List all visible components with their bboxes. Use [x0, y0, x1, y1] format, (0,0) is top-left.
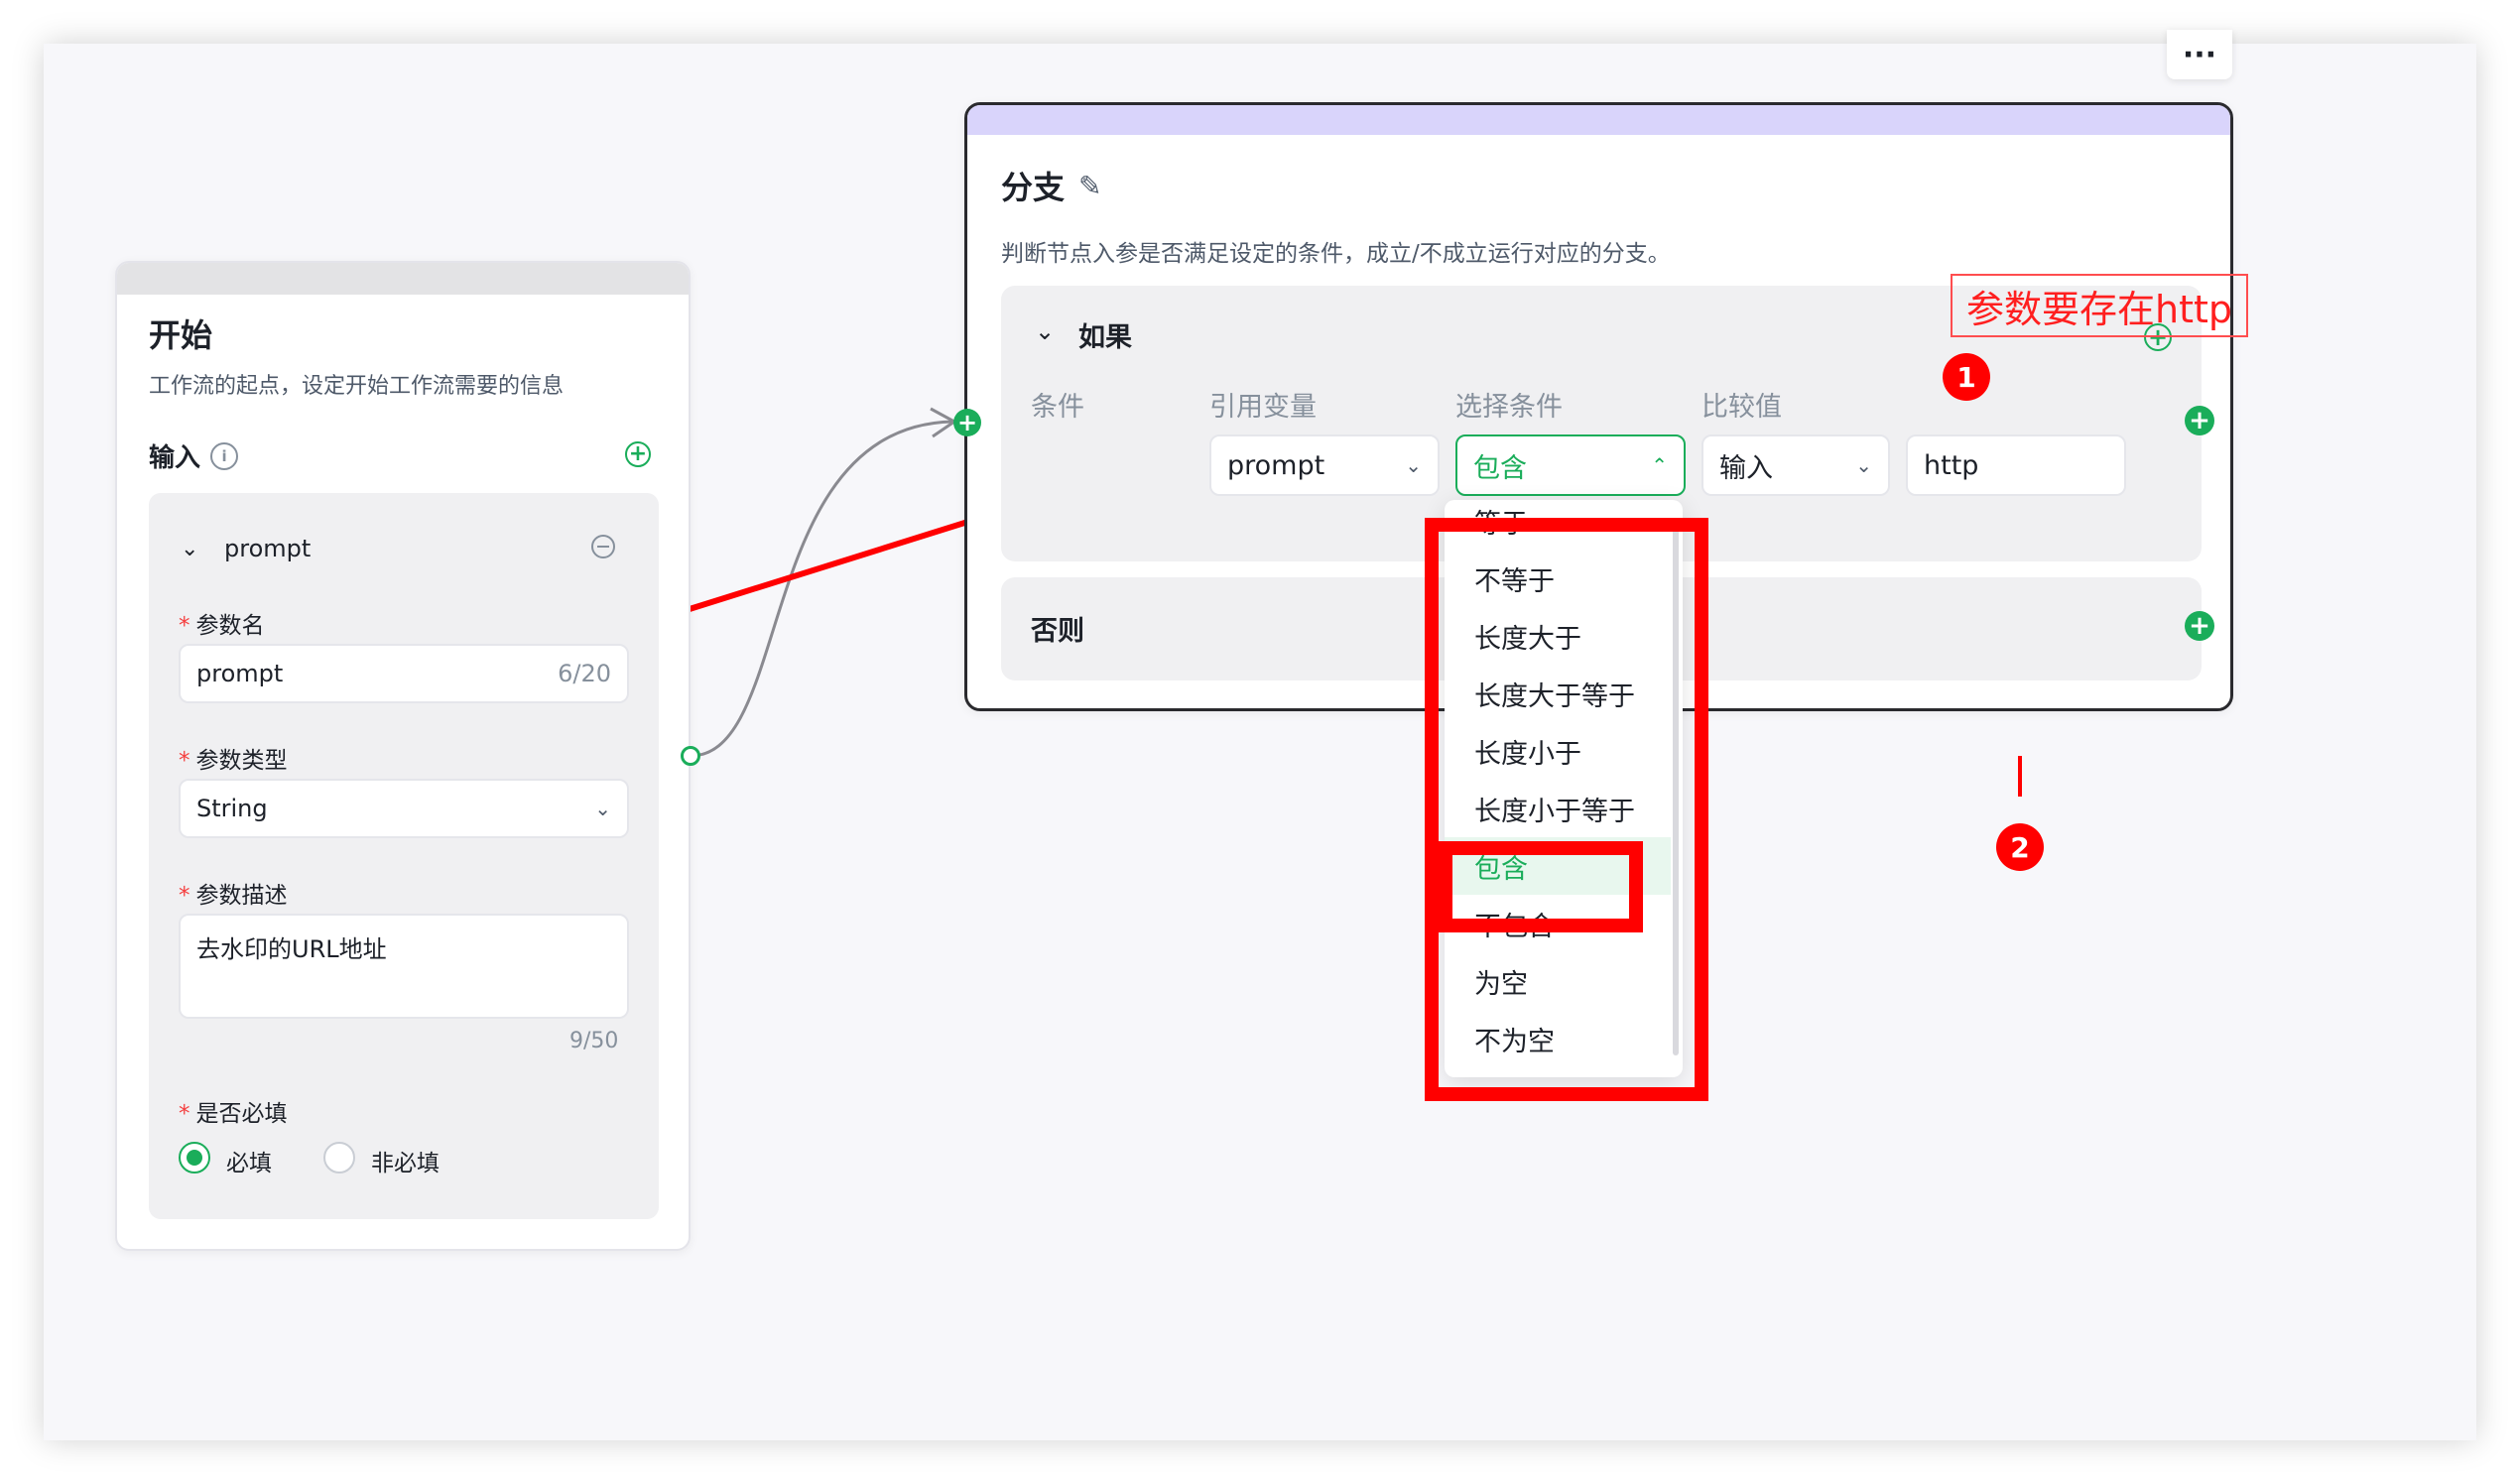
else-output-port-icon[interactable]: +: [2185, 611, 2214, 641]
branch-node-title: 分支: [1001, 169, 1066, 206]
if-label: 如果: [1078, 322, 1132, 353]
annotation-selected-highlight: [1439, 841, 1643, 932]
param-desc-counter: 9/50: [569, 1029, 619, 1053]
compare-value-input[interactable]: http: [1906, 434, 2126, 496]
else-label: 否则: [1031, 616, 1084, 647]
branch-input-port-icon[interactable]: +: [953, 409, 981, 436]
add-input-icon[interactable]: +: [625, 441, 651, 467]
chevron-down-icon: ⌄: [594, 797, 611, 820]
param-required-label: * 是否必填: [179, 1101, 288, 1127]
optional-radio-label: 非必填: [371, 1151, 440, 1176]
start-node-title: 开始: [149, 316, 213, 354]
start-node-header: [117, 263, 689, 295]
chevron-down-icon: ⌄: [1405, 453, 1422, 477]
column-operator: 选择条件: [1455, 392, 1563, 423]
required-radio[interactable]: [179, 1142, 210, 1174]
branch-node-description: 判断节点入参是否满足设定的条件，成立/不成立运行对应的分支。: [1001, 241, 1671, 267]
annotation-note: 参数要存在http: [1951, 274, 2248, 337]
column-condition: 条件: [1031, 392, 1084, 423]
connector-line: [690, 420, 953, 758]
required-radio-label: 必填: [226, 1151, 272, 1176]
annotation-dropdown-highlight: [1425, 518, 1708, 1101]
if-output-port-icon[interactable]: +: [2185, 406, 2214, 435]
operator-select[interactable]: 包含 ⌃: [1455, 434, 1686, 496]
annotation-badge-1: 1: [1943, 353, 1990, 401]
param-card: ⌄ prompt * 参数名 prompt 6/20 * 参数类型 String ⌄…: [149, 493, 659, 1219]
column-variable: 引用变量: [1209, 392, 1317, 423]
param-desc-textarea[interactable]: 去水印的URL地址: [179, 914, 629, 1019]
remove-param-icon[interactable]: [591, 535, 615, 558]
optional-radio[interactable]: [323, 1142, 355, 1174]
start-output-port[interactable]: [681, 746, 700, 766]
param-name-input[interactable]: prompt 6/20: [179, 644, 629, 703]
param-desc-label: * 参数描述: [179, 883, 288, 909]
start-node[interactable]: 开始 工作流的起点，设定开始工作流需要的信息 输入 i + ⌄ prompt *…: [115, 261, 691, 1251]
start-node-description: 工作流的起点，设定开始工作流需要的信息: [149, 374, 565, 399]
chevron-down-icon[interactable]: ⌄: [1035, 317, 1055, 345]
param-type-select[interactable]: String ⌄: [179, 779, 629, 838]
compare-type-select[interactable]: 输入 ⌄: [1701, 434, 1890, 496]
branch-node-header: [967, 105, 2230, 135]
annotation-badge-2: 2: [1996, 823, 2044, 871]
param-name-heading: prompt: [224, 535, 312, 562]
chevron-up-icon: ⌃: [1651, 453, 1668, 477]
chevron-down-icon: ⌄: [1855, 453, 1872, 477]
input-section-label: 输入 i: [149, 437, 239, 474]
info-icon[interactable]: i: [210, 441, 239, 470]
param-name-counter: 6/20: [558, 660, 611, 687]
chevron-down-icon[interactable]: ⌄: [181, 537, 198, 561]
input-label: 输入: [149, 443, 201, 473]
column-compare: 比较值: [1701, 392, 1782, 423]
edit-icon[interactable]: ✎: [1078, 170, 1101, 202]
param-name-label: * 参数名: [179, 613, 265, 639]
param-type-label: * 参数类型: [179, 748, 288, 774]
variable-select[interactable]: prompt ⌄: [1209, 434, 1440, 496]
branch-title-row: 分支 ✎: [1001, 163, 1101, 208]
